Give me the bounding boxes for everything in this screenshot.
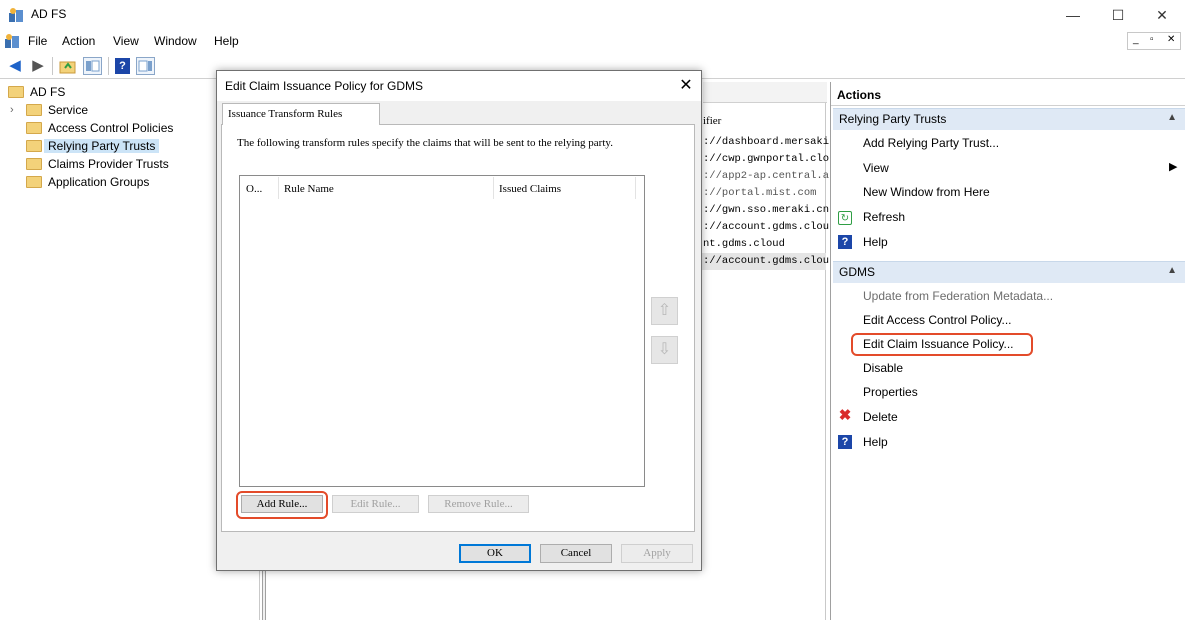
dialog-close-button[interactable]: ✕ <box>676 75 696 95</box>
arrow-right-icon[interactable]: ▶ <box>28 56 48 76</box>
list-item-identifier[interactable]: ://app2-ap.central.a <box>703 170 829 182</box>
action-help[interactable]: Help <box>863 235 888 255</box>
action-edit-access-control-policy[interactable]: Edit Access Control Policy... <box>863 313 1012 333</box>
actions-header: Actions <box>831 86 1185 106</box>
actions-section-relying-party-trusts[interactable]: Relying Party Trusts ▲ <box>833 108 1185 130</box>
list-item-identifier[interactable]: ://gwn.sso.meraki.cn <box>703 204 829 216</box>
arrow-down-icon: ⇩ <box>657 341 672 358</box>
show-hide-action-pane-icon[interactable] <box>136 57 155 75</box>
action-edit-claim-issuance-policy[interactable]: Edit Claim Issuance Policy... <box>863 337 1014 357</box>
list-item-identifier-selected[interactable]: ://account.gdms.clou <box>703 255 829 267</box>
mdi-minimize-button[interactable]: _ <box>1133 34 1139 45</box>
tab-issuance-transform-rules[interactable]: Issuance Transform Rules <box>222 103 380 125</box>
tree-item-label: Access Control Policies <box>48 121 174 135</box>
folder-icon <box>8 86 24 98</box>
column-header-order[interactable]: O... <box>246 183 262 195</box>
dialog-title: Edit Claim Issuance Policy for GDMS <box>225 79 424 93</box>
tree-item-label: Application Groups <box>48 175 150 189</box>
up-folder-icon[interactable] <box>59 58 77 74</box>
tree-root-label: AD FS <box>30 85 66 99</box>
menu-action[interactable]: Action <box>62 34 95 48</box>
chevron-right-icon[interactable]: › <box>10 104 14 116</box>
collapse-up-icon[interactable]: ▲ <box>1167 265 1177 276</box>
list-item-identifier[interactable]: ://portal.mist.com <box>703 187 816 199</box>
tree-item-service[interactable]: Service <box>26 103 88 121</box>
column-divider <box>278 177 279 199</box>
column-header-identifier[interactable]: ifier <box>703 115 721 127</box>
folder-icon <box>26 176 42 188</box>
action-delete[interactable]: Delete <box>863 410 898 430</box>
action-new-window-from-here[interactable]: New Window from Here <box>863 185 990 205</box>
add-rule-button[interactable]: Add Rule... <box>241 495 323 513</box>
window-titlebar <box>0 0 1185 30</box>
toolbar-separator <box>108 57 109 75</box>
folder-icon <box>26 122 42 134</box>
action-properties[interactable]: Properties <box>863 385 918 405</box>
help-icon: ? <box>838 235 852 249</box>
minimize-button[interactable]: — <box>1050 0 1096 30</box>
action-help-gdms[interactable]: Help <box>863 435 888 455</box>
list-header <box>703 82 827 103</box>
folder-icon <box>26 158 42 170</box>
remove-rule-button[interactable]: Remove Rule... <box>428 495 529 513</box>
folder-icon <box>26 140 42 152</box>
tree-item-label: Service <box>48 103 89 117</box>
mdi-close-button[interactable]: ✕ <box>1167 34 1175 45</box>
action-update-from-federation-metadata[interactable]: Update from Federation Metadata... <box>863 289 1053 309</box>
refresh-icon: ↻ <box>838 211 852 225</box>
tree-item-access-control-policies[interactable]: Access Control Policies <box>26 121 173 139</box>
column-divider <box>493 177 494 199</box>
tree-item-label: Claims Provider Trusts <box>48 157 169 171</box>
rules-list[interactable] <box>239 175 645 487</box>
folder-icon <box>26 104 42 116</box>
dialog-description: The following transform rules specify th… <box>237 137 613 149</box>
menu-help[interactable]: Help <box>214 34 239 48</box>
column-header-issued-claims[interactable]: Issued Claims <box>499 183 561 195</box>
console-icon[interactable] <box>4 33 20 49</box>
move-up-button[interactable]: ⇧ <box>651 297 678 325</box>
list-item-identifier[interactable]: ://account.gdms.clou <box>703 221 829 233</box>
window-title: AD FS <box>31 7 67 21</box>
tree-root-adfs[interactable]: AD FS <box>8 85 65 103</box>
apply-button[interactable]: Apply <box>621 544 693 563</box>
arrow-left-icon[interactable]: ◀ <box>5 56 25 76</box>
maximize-button[interactable]: ☐ <box>1095 0 1141 30</box>
column-header-rule-name[interactable]: Rule Name <box>284 183 334 195</box>
list-item-identifier[interactable]: nt.gdms.cloud <box>703 238 785 250</box>
ok-button[interactable]: OK <box>459 544 531 563</box>
submenu-arrow-icon: ▶ <box>1169 161 1178 173</box>
toolbar-separator <box>52 57 53 75</box>
actions-section-gdms[interactable]: GDMS ▲ <box>833 261 1185 283</box>
menu-file[interactable]: File <box>28 34 47 48</box>
edit-rule-button[interactable]: Edit Rule... <box>332 495 419 513</box>
action-disable[interactable]: Disable <box>863 361 903 381</box>
arrow-up-icon: ⇧ <box>657 302 672 319</box>
column-divider <box>635 177 636 199</box>
menu-window[interactable]: Window <box>154 34 197 48</box>
action-refresh[interactable]: Refresh <box>863 210 905 230</box>
delete-icon: ✖ <box>838 407 852 424</box>
section-title: GDMS <box>839 265 875 279</box>
list-item-identifier[interactable]: ://cwp.gwnportal.clo <box>703 153 829 165</box>
close-button[interactable]: ✕ <box>1139 0 1185 30</box>
tree-item-claims-provider-trusts[interactable]: Claims Provider Trusts <box>26 157 169 175</box>
menu-view[interactable]: View <box>113 34 139 48</box>
tree-item-label: Relying Party Trusts <box>44 139 160 153</box>
action-view[interactable]: View <box>863 161 889 181</box>
section-title: Relying Party Trusts <box>839 112 947 126</box>
move-down-button[interactable]: ⇩ <box>651 336 678 364</box>
adfs-app-icon <box>8 7 24 23</box>
help-icon: ? <box>838 435 852 449</box>
mdi-window-controls: _ ▫ ✕ <box>1127 32 1181 50</box>
help-icon[interactable]: ? <box>115 58 130 74</box>
tree-item-relying-party-trusts[interactable]: Relying Party Trusts <box>26 139 160 157</box>
collapse-up-icon[interactable]: ▲ <box>1167 112 1177 123</box>
show-hide-tree-icon[interactable] <box>83 57 102 75</box>
mdi-restore-button[interactable]: ▫ <box>1150 34 1154 45</box>
cancel-button[interactable]: Cancel <box>540 544 612 563</box>
list-item-identifier[interactable]: ://dashboard.mersaki <box>703 136 829 148</box>
action-add-relying-party-trust[interactable]: Add Relying Party Trust... <box>863 136 999 156</box>
tree-item-application-groups[interactable]: Application Groups <box>26 175 149 193</box>
